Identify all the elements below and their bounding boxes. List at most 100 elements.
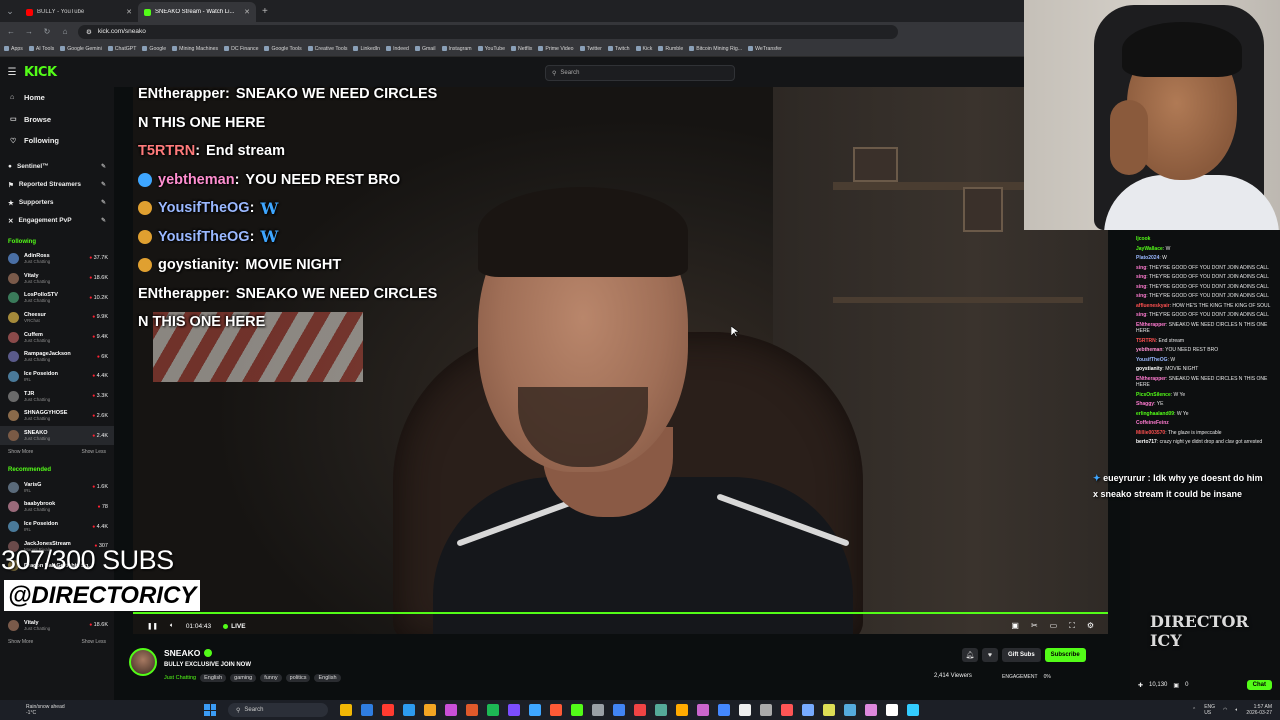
- notification-bell-icon[interactable]: 🔔︎: [962, 648, 978, 662]
- tray-chevron-icon[interactable]: ⌃: [1192, 707, 1196, 713]
- follow-heart-icon[interactable]: ♥: [982, 648, 998, 662]
- taskbar-app-icon[interactable]: [760, 704, 772, 716]
- gift-subs-button[interactable]: Gift Subs: [1002, 648, 1041, 662]
- channel-item[interactable]: Vitaly Just Chatting ● 18.6K: [0, 268, 114, 288]
- bookmark-item[interactable]: ChatGPT: [107, 46, 136, 52]
- url-input[interactable]: ⚙ kick.com/sneako: [78, 24, 898, 39]
- chat-username[interactable]: yebtheman: [1136, 347, 1162, 353]
- pin-icon[interactable]: ✎: [101, 163, 106, 170]
- chat-username[interactable]: YousifTheOG: [1136, 357, 1168, 363]
- taskbar-app-icon[interactable]: [634, 704, 646, 716]
- show-more-button[interactable]: Show More: [8, 639, 33, 645]
- channel-item[interactable]: LosPolloSTV Just Chatting ● 10.2K: [0, 288, 114, 308]
- stream-tag[interactable]: funny: [260, 674, 282, 682]
- sidebar-section-reported[interactable]: ⚑ Reported Streamers ✎: [0, 176, 114, 194]
- tab-search-icon[interactable]: ⌄: [0, 0, 20, 22]
- chat-send-button[interactable]: Chat: [1246, 680, 1272, 690]
- theater-mode-icon[interactable]: ▣: [1011, 621, 1019, 631]
- bookmark-item[interactable]: Bitcoin Mining Rig...: [689, 46, 742, 52]
- chat-username[interactable]: T5RTRN: [1136, 338, 1156, 344]
- taskbar-app-icon[interactable]: [424, 704, 436, 716]
- channel-item[interactable]: VarisG IRL ● 1.6K: [0, 477, 114, 497]
- close-tab-icon[interactable]: ✕: [126, 8, 132, 16]
- taskbar-app-icon[interactable]: [718, 704, 730, 716]
- kick-logo[interactable]: KICK: [24, 65, 57, 80]
- bookmark-item[interactable]: WeTransfer: [748, 46, 782, 52]
- bookmark-item[interactable]: Twitter: [579, 46, 602, 52]
- channel-item[interactable]: Ice Poseidon IRL ● 4.4K: [0, 517, 114, 537]
- sidebar-item-following[interactable]: ♡ Following: [0, 130, 114, 152]
- taskbar-app-icon[interactable]: [340, 704, 352, 716]
- chat-username[interactable]: sing: [1136, 284, 1146, 290]
- clock[interactable]: 1:57 AM 2026-03-27: [1246, 704, 1272, 716]
- channel-item[interactable]: Cheesur VRChat ● 9.9K: [0, 308, 114, 328]
- taskbar-app-icon[interactable]: [697, 704, 709, 716]
- lang-indicator[interactable]: ENG US: [1204, 704, 1215, 716]
- stream-tag[interactable]: English: [200, 674, 227, 682]
- chat-username[interactable]: sing: [1136, 265, 1146, 271]
- chat-username[interactable]: sing: [1136, 274, 1146, 280]
- search-input[interactable]: ⚲ Search: [545, 65, 735, 81]
- subscribe-button[interactable]: Subscribe: [1044, 648, 1086, 662]
- bookmark-item[interactable]: Kick: [635, 46, 652, 52]
- chat-username[interactable]: sing: [1136, 293, 1146, 299]
- menu-icon[interactable]: ☰: [0, 67, 24, 78]
- chat-username[interactable]: CoffeineFeinz: [1136, 420, 1169, 426]
- taskbar-app-icon[interactable]: [781, 704, 793, 716]
- stream-category[interactable]: Just Chatting: [164, 675, 196, 681]
- taskbar-app-icon[interactable]: [571, 704, 583, 716]
- bookmark-item[interactable]: Netflix: [510, 46, 532, 52]
- fullscreen-icon[interactable]: ⛶: [1069, 621, 1075, 631]
- taskbar-app-icon[interactable]: [382, 704, 394, 716]
- taskbar-app-icon[interactable]: [844, 704, 856, 716]
- bookmark-item[interactable]: Rumble: [658, 46, 683, 52]
- taskbar-app-icon[interactable]: [403, 704, 415, 716]
- stream-tag[interactable]: politics: [285, 674, 311, 682]
- gift-icon[interactable]: ▣: [1173, 682, 1179, 689]
- bookmark-item[interactable]: DC Finance: [224, 46, 258, 52]
- channel-item[interactable]: RampageJackson Just Chatting ● 6K: [0, 347, 114, 367]
- wifi-icon[interactable]: ◠: [1223, 707, 1227, 713]
- pin-icon[interactable]: ✎: [101, 217, 106, 224]
- taskbar-search[interactable]: ⚲ Search: [228, 703, 328, 717]
- bookmark-item[interactable]: Twitch: [607, 46, 630, 52]
- channel-item[interactable]: baabybrook Just Chatting ● 78: [0, 497, 114, 517]
- bookmark-item[interactable]: Apps: [4, 46, 23, 52]
- tab-kick[interactable]: SNEAKO Stream - Watch Li... ✕: [138, 2, 256, 22]
- taskbar-app-icon[interactable]: [886, 704, 898, 716]
- chat-username[interactable]: PicsOnSilence: [1136, 392, 1171, 398]
- taskbar-app-icon[interactable]: [907, 704, 919, 716]
- taskbar-app-icon[interactable]: [676, 704, 688, 716]
- bookmark-item[interactable]: Prime Video: [538, 46, 574, 52]
- bookmark-item[interactable]: Google Gemini: [60, 46, 102, 52]
- bookmark-item[interactable]: YouTube: [477, 46, 505, 52]
- close-tab-icon[interactable]: ✕: [244, 8, 250, 16]
- channel-item[interactable]: SHNAGGYHOSE Just Chatting ● 2.6K: [0, 406, 114, 426]
- chat-username[interactable]: JayWallace: [1136, 246, 1163, 252]
- chat-username[interactable]: sing: [1136, 312, 1146, 318]
- chat-username[interactable]: afflueneskyair: [1136, 303, 1170, 309]
- sidebar-section-sentinel[interactable]: ● Sentinel™ ✎: [0, 158, 114, 176]
- start-icon[interactable]: [204, 704, 216, 716]
- taskbar-app-icon[interactable]: [487, 704, 499, 716]
- pause-icon[interactable]: ❚❚: [147, 622, 158, 630]
- stream-tag[interactable]: gaming: [230, 674, 257, 682]
- taskbar-app-icon[interactable]: [802, 704, 814, 716]
- taskbar-app-icon[interactable]: [550, 704, 562, 716]
- sidebar-section-engagement[interactable]: ✕ Engagement PvP ✎: [0, 212, 114, 230]
- live-progress-bar[interactable]: [133, 612, 1108, 614]
- show-more-button[interactable]: Show More: [8, 449, 33, 455]
- taskbar-app-icon[interactable]: [592, 704, 604, 716]
- channel-item[interactable]: SNEAKO Just Chatting ● 2.4K: [0, 425, 114, 446]
- taskbar-app-icon[interactable]: [361, 704, 373, 716]
- bookmark-item[interactable]: Instagram: [441, 46, 472, 52]
- bookmark-item[interactable]: LinkedIn: [353, 46, 380, 52]
- bookmark-item[interactable]: Indeed: [386, 46, 409, 52]
- chat-username[interactable]: Plato2024: [1136, 255, 1159, 261]
- taskbar-app-icon[interactable]: [466, 704, 478, 716]
- chat-username[interactable]: ENtherapper: [1136, 322, 1166, 328]
- streamer-avatar[interactable]: [129, 648, 157, 676]
- channel-item[interactable]: Vitaly Just Chatting ● 18.6K: [0, 615, 114, 635]
- bookmark-item[interactable]: Google Tools: [264, 46, 302, 52]
- back-icon[interactable]: ←: [6, 27, 16, 36]
